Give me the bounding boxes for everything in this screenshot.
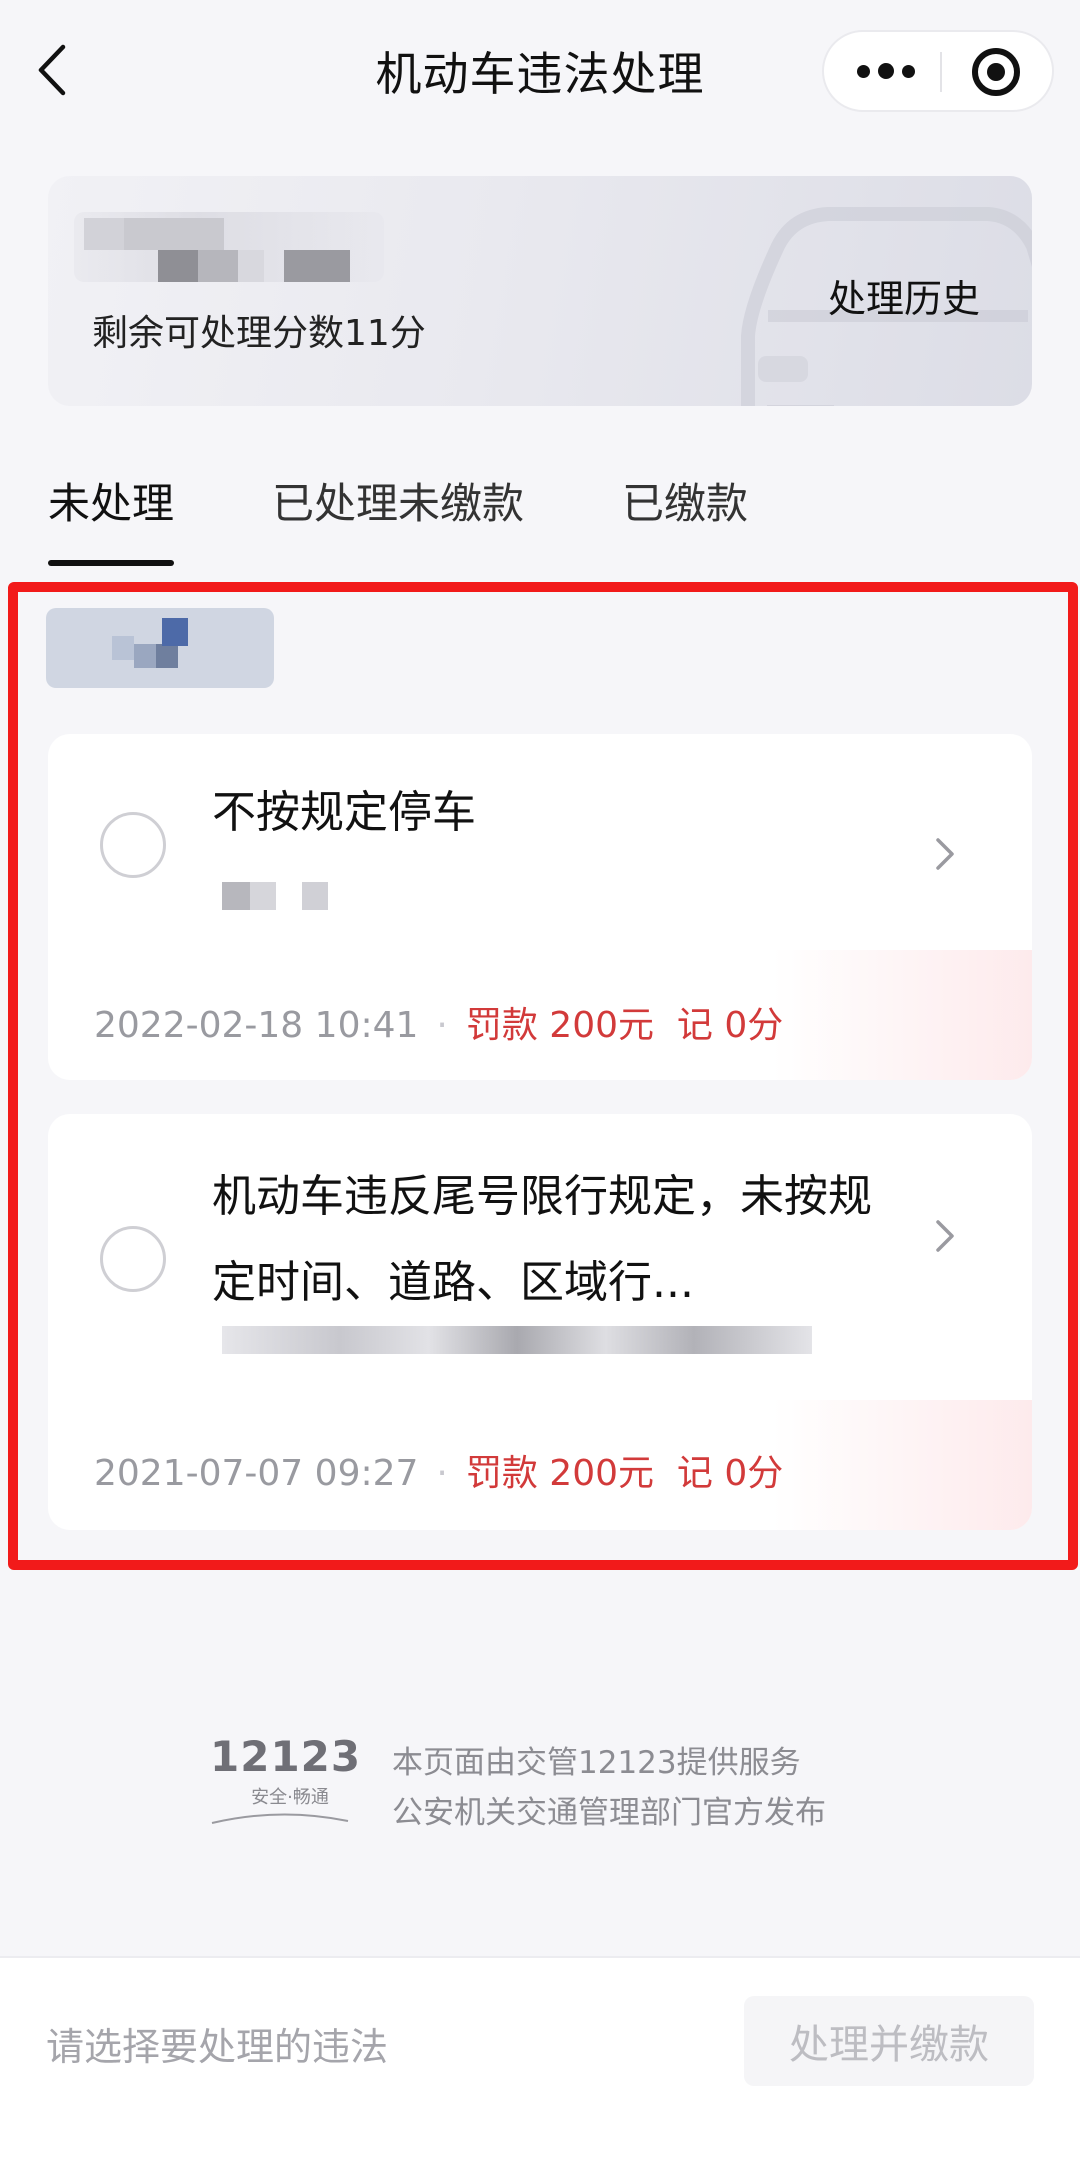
process-and-pay-button[interactable]: 处理并缴款 bbox=[744, 1996, 1034, 2086]
violation-time: 2022-02-18 10:41 bbox=[94, 1005, 419, 1046]
violation-title: 机动车违反尾号限行规定，未按规定时间、道路、区域行... bbox=[212, 1171, 872, 1308]
12123-logo: 12123 安全·畅通 bbox=[210, 1735, 370, 1835]
violation-title: 不按规定停车 bbox=[212, 787, 476, 838]
violation-meta: 2021-07-07 09:27 · 罚款 200元 记 0分 bbox=[94, 1453, 784, 1494]
footer-line-2: 公安机关交通管理部门官方发布 bbox=[392, 1795, 826, 1831]
blur-pixel bbox=[284, 250, 350, 282]
vehicle-group-tag bbox=[46, 608, 274, 688]
vehicle-info-card: 剩余可处理分数11分 处理历史 bbox=[48, 176, 1032, 406]
footer-notice: 本页面由交管12123提供服务 公安机关交通管理部门官方发布 bbox=[392, 1738, 826, 1838]
logo-number: 12123 bbox=[210, 1732, 362, 1781]
blur-pixel bbox=[238, 250, 264, 282]
top-nav-bar: 机动车违法处理 bbox=[0, 0, 1080, 140]
tab-unprocessed[interactable]: 未处理 bbox=[48, 470, 174, 531]
history-link[interactable]: 处理历史 bbox=[828, 268, 980, 323]
tab-paid[interactable]: 已缴款 bbox=[622, 470, 748, 531]
violation-time: 2021-07-07 09:27 bbox=[94, 1453, 419, 1494]
select-radio[interactable] bbox=[100, 812, 166, 878]
close-miniprogram-icon[interactable] bbox=[972, 48, 1020, 96]
blur-pixel bbox=[124, 218, 224, 250]
blur-pixel bbox=[158, 250, 198, 282]
footer-line-1: 本页面由交管12123提供服务 bbox=[392, 1745, 801, 1781]
violation-meta: 2022-02-18 10:41 · 罚款 200元 记 0分 bbox=[94, 1005, 784, 1046]
violation-points: 记 0分 bbox=[676, 1005, 784, 1046]
violation-fine: 罚款 200元 bbox=[465, 1005, 655, 1046]
capsule-divider bbox=[940, 52, 942, 92]
tab-processed-unpaid[interactable]: 已处理未缴款 bbox=[272, 470, 524, 531]
violation-card[interactable]: 机动车违反尾号限行规定，未按规定时间、道路、区域行... 2021-07-07 … bbox=[48, 1114, 1032, 1530]
active-tab-indicator bbox=[48, 560, 174, 566]
more-dots-icon bbox=[857, 64, 870, 78]
violation-card[interactable]: 不按规定停车 2022-02-18 10:41 · 罚款 200元 记 0分 bbox=[48, 734, 1032, 1080]
blur-pixel bbox=[84, 218, 124, 250]
select-radio[interactable] bbox=[100, 1226, 166, 1292]
bottom-action-bar: 请选择要处理的违法 处理并缴款 bbox=[0, 1956, 1080, 2160]
remaining-points-text: 剩余可处理分数11分 bbox=[92, 313, 426, 354]
chevron-right-icon bbox=[936, 838, 954, 870]
violation-points: 记 0分 bbox=[676, 1453, 784, 1494]
swoosh-icon bbox=[211, 1813, 349, 1824]
status-tabs: 未处理 已处理未缴款 已缴款 bbox=[0, 470, 1080, 570]
violation-fine: 罚款 200元 bbox=[465, 1453, 655, 1494]
blur-pixel bbox=[198, 250, 238, 282]
more-options-button[interactable] bbox=[854, 32, 918, 110]
chevron-right-icon bbox=[936, 1220, 954, 1252]
logo-slogan: 安全·畅通 bbox=[251, 1787, 329, 1808]
miniprogram-capsule bbox=[822, 30, 1054, 112]
selection-hint: 请选择要处理的违法 bbox=[46, 2025, 389, 2069]
